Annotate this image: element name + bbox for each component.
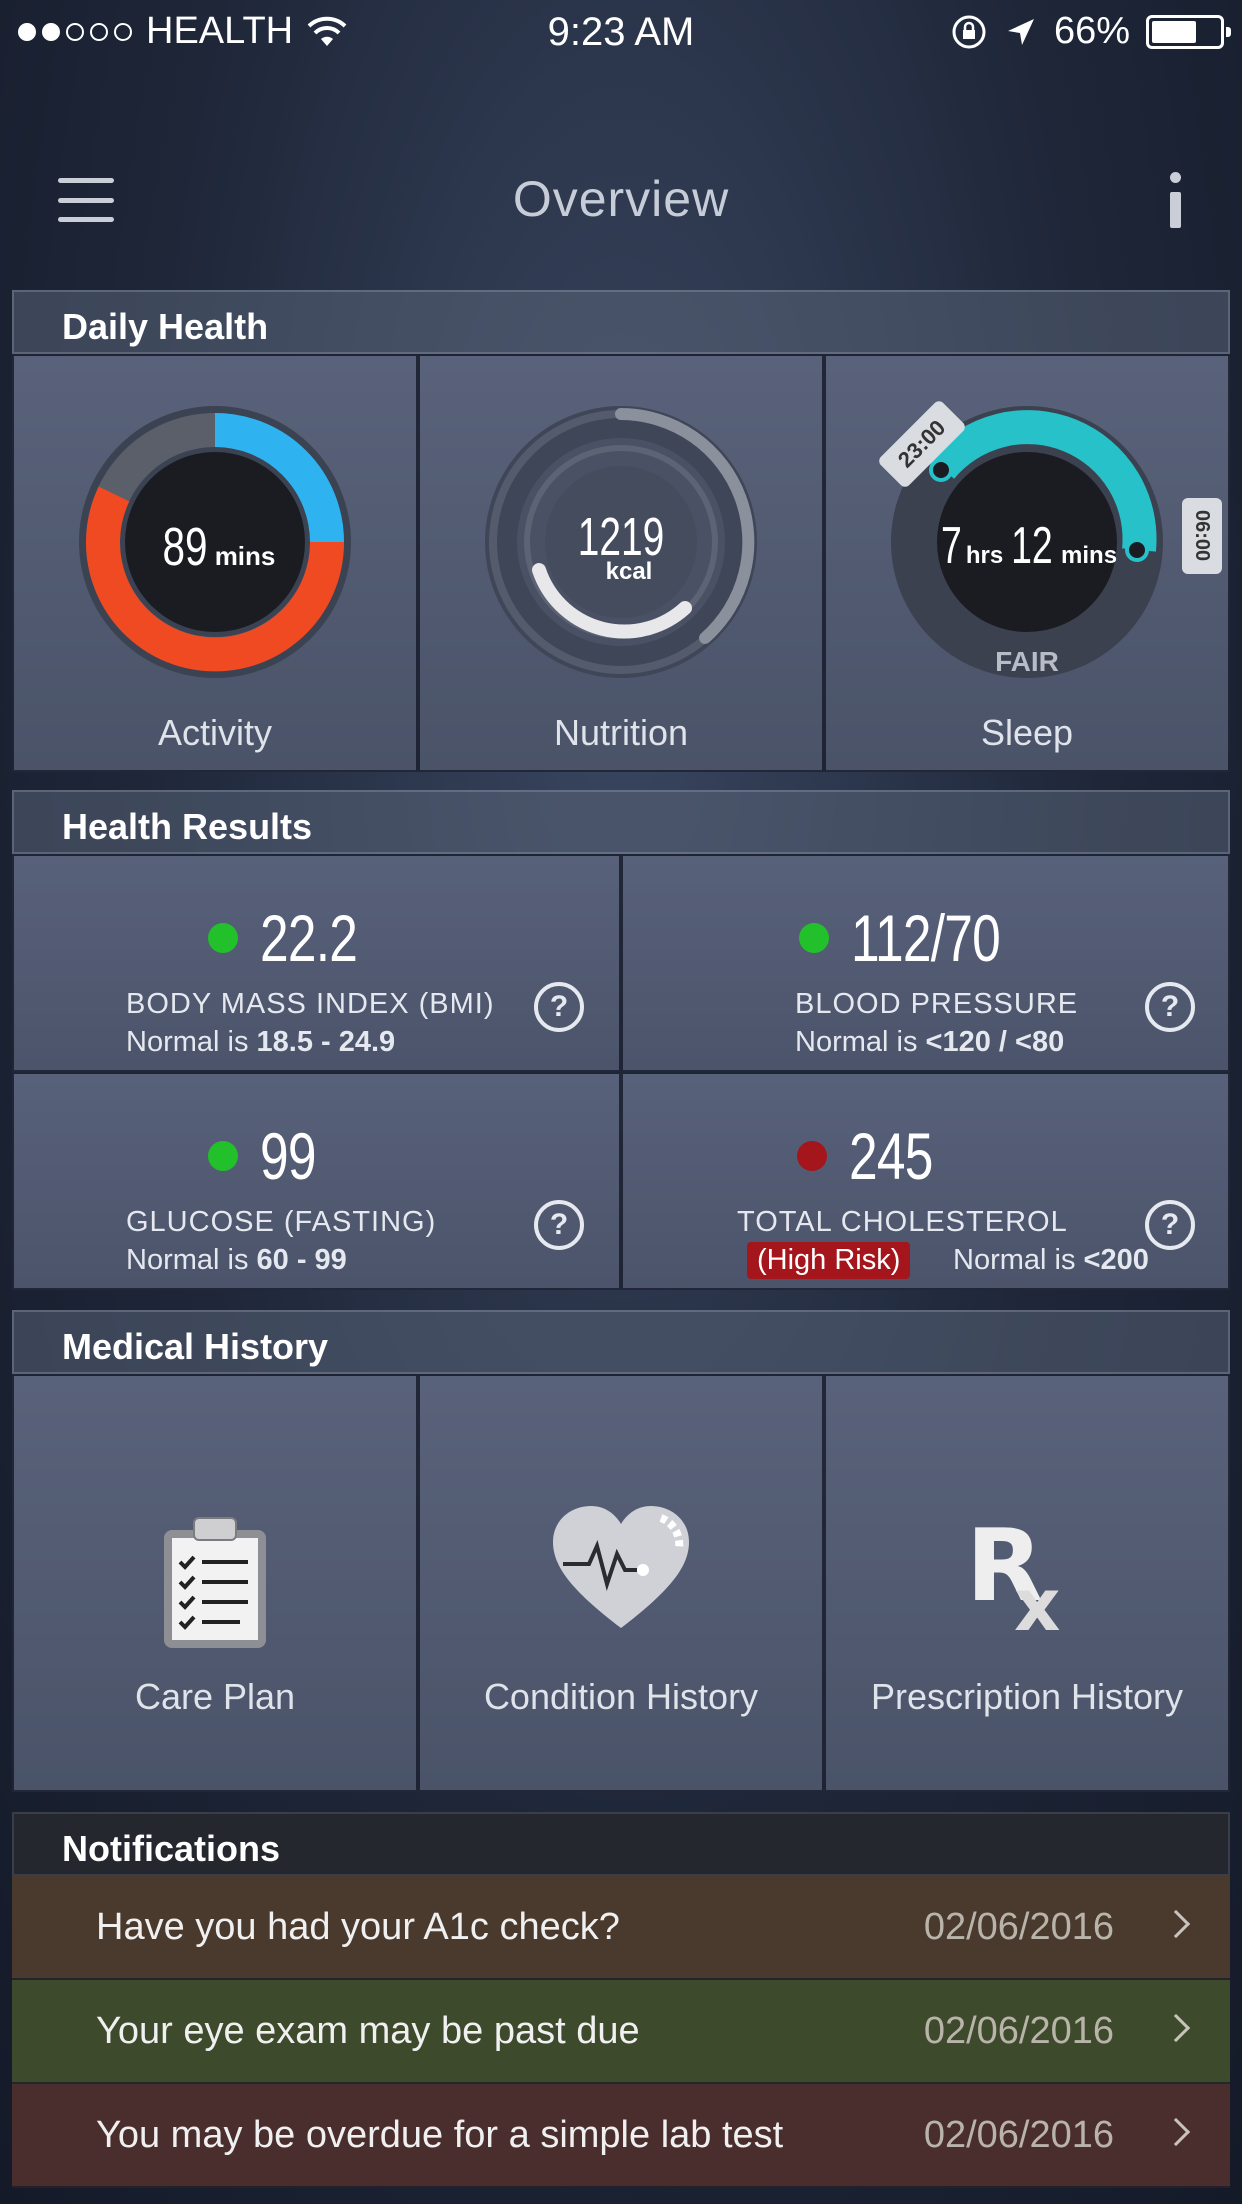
blood-pressure-result[interactable]: 112/70 BLOOD PRESSURE Normal is <120 / <…: [621, 854, 1230, 1072]
location-arrow-icon: [1007, 18, 1034, 45]
section-title-notifications: Notifications: [12, 1812, 1230, 1876]
notification-date: 02/06/2016: [923, 2114, 1114, 2156]
activity-label: Activity: [157, 712, 272, 753]
metric-name: BODY MASS INDEX (BMI): [126, 988, 495, 1020]
rotation-lock-icon: [952, 15, 986, 48]
section-title-medical-history: Medical History: [12, 1310, 1230, 1374]
metric-name: TOTAL CHOLESTEROL: [737, 1206, 1068, 1238]
page-title: Overview: [512, 171, 730, 227]
cholesterol-result[interactable]: 245 TOTAL CHOLESTEROL (High Risk) Normal…: [621, 1072, 1230, 1290]
daily-health-section: Daily Health 89 mins Activity 1219 kcal …: [12, 290, 1230, 772]
metric-normal-range: Normal is 18.5 - 24.9: [126, 1026, 396, 1058]
section-title-health-results: Health Results: [12, 790, 1230, 854]
nav-bar: Overview: [0, 150, 1242, 250]
condition-history-label: Condition History: [483, 1676, 759, 1717]
nutrition-label: Nutrition: [553, 712, 689, 753]
sleep-quality: FAIR: [995, 646, 1059, 677]
bmi-result[interactable]: 22.2 BODY MASS INDEX (BMI) Normal is 18.…: [12, 854, 621, 1072]
notification-text: Have you had your A1c check?: [96, 1906, 620, 1948]
metric-normal-range: Normal is <120 / <80: [795, 1026, 1065, 1058]
status-dot: [797, 1141, 827, 1171]
status-bar: HEALTH 9:23 AM 66%: [0, 0, 1242, 66]
metric-value: 99: [260, 1119, 316, 1193]
metric-value: 245: [849, 1119, 933, 1193]
notification-text: Your eye exam may be past due: [96, 2010, 640, 2052]
prescription-history-label: Prescription History: [870, 1676, 1184, 1717]
metric-normal-range: Normal is 60 - 99: [126, 1244, 347, 1276]
status-dot: [799, 923, 829, 953]
svg-text:x: x: [1014, 1563, 1060, 1634]
metric-value: 22.2: [260, 901, 358, 975]
activity-tile[interactable]: 89 mins Activity: [12, 354, 418, 772]
sleep-label: Sleep: [980, 712, 1074, 753]
help-icon[interactable]: ?: [1145, 1200, 1195, 1250]
glucose-result[interactable]: 99 GLUCOSE (FASTING) Normal is 60 - 99 ?: [12, 1072, 621, 1290]
chevron-right-icon: [1161, 2117, 1191, 2147]
activity-value: 89 mins: [162, 517, 276, 577]
notification-date: 02/06/2016: [923, 1906, 1114, 1948]
section-title-daily-health: Daily Health: [12, 290, 1230, 354]
help-icon[interactable]: ?: [1145, 982, 1195, 1032]
chevron-right-icon: [1161, 1909, 1191, 1939]
medical-history-section: Medical History Care Plan Condition Hist…: [12, 1310, 1230, 1792]
nutrition-tile[interactable]: 1219 kcal Nutrition: [418, 354, 824, 772]
metric-normal-range: Normal is <200: [953, 1244, 1149, 1276]
sleep-tile[interactable]: 23:00 06:00 7 hrs 12 mins FAIR Sleep: [824, 354, 1230, 772]
prescription-history-tile[interactable]: R x Prescription History: [824, 1374, 1230, 1792]
battery-percent: 66%: [1053, 10, 1130, 52]
metric-name: BLOOD PRESSURE: [795, 988, 1079, 1020]
condition-history-tile[interactable]: Condition History: [418, 1374, 824, 1792]
care-plan-tile[interactable]: Care Plan: [12, 1374, 418, 1792]
metric-value: 112/70: [851, 901, 1001, 975]
sleep-value: 7 hrs 12 mins: [940, 517, 1118, 575]
help-icon[interactable]: ?: [534, 1200, 584, 1250]
notification-item[interactable]: Have you had your A1c check? 02/06/2016: [12, 1876, 1230, 1980]
help-icon[interactable]: ?: [534, 982, 584, 1032]
high-risk-badge: (High Risk): [747, 1242, 911, 1279]
care-plan-label: Care Plan: [134, 1676, 296, 1717]
status-dot: [208, 1141, 238, 1171]
rx-icon: R x: [966, 1507, 1060, 1634]
chevron-right-icon: [1161, 2013, 1191, 2043]
notification-date: 02/06/2016: [923, 2010, 1114, 2052]
notification-item[interactable]: You may be overdue for a simple lab test…: [12, 2084, 1230, 2188]
notification-text: You may be overdue for a simple lab test: [96, 2114, 784, 2156]
clipboard-checklist-icon: [164, 1517, 266, 1648]
health-results-section: Health Results 22.2 BODY MASS INDEX (BMI…: [12, 790, 1230, 1290]
notification-item[interactable]: Your eye exam may be past due 02/06/2016: [12, 1980, 1230, 2084]
nutrition-value: 1219 kcal: [577, 507, 665, 585]
battery-icon: [1146, 14, 1231, 49]
info-icon[interactable]: [1156, 170, 1196, 230]
heart-pulse-icon: [553, 1506, 689, 1628]
status-dot: [208, 923, 238, 953]
metric-name: GLUCOSE (FASTING): [126, 1206, 437, 1238]
notifications-section: Notifications Have you had your A1c chec…: [12, 1812, 1230, 2188]
